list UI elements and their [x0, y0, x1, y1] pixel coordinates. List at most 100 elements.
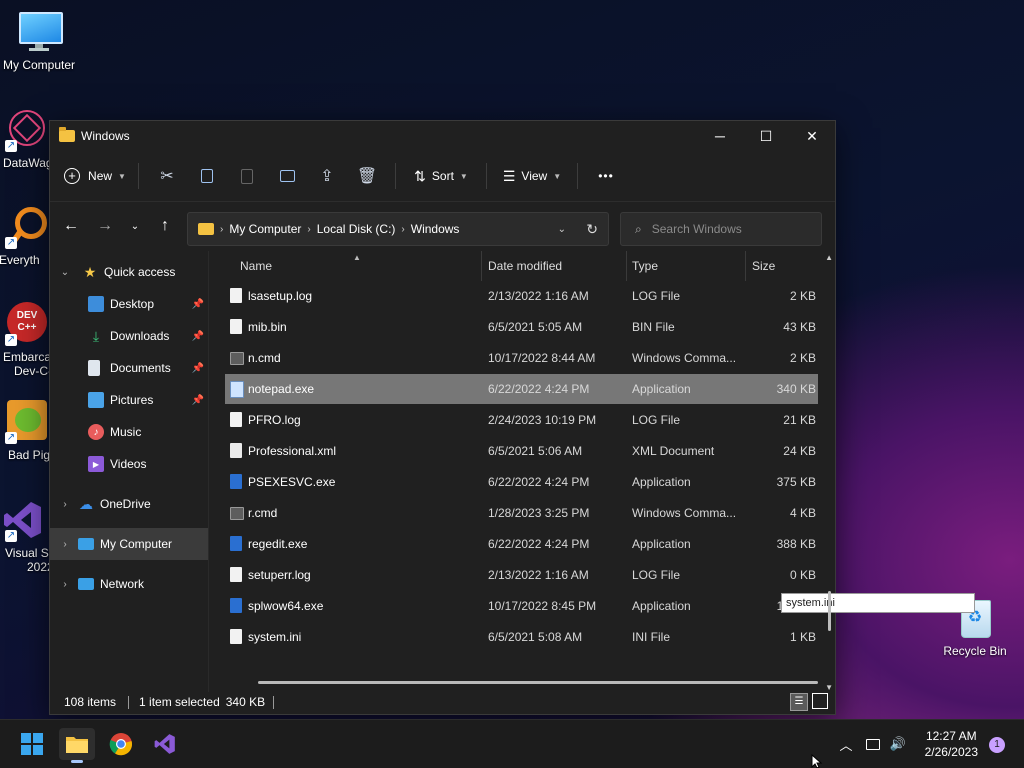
file-size: 21 KB	[783, 413, 816, 427]
nav-item-quick-access[interactable]: ⌄ ★ Quick access	[50, 256, 208, 288]
file-date: 6/5/2021 5:08 AM	[488, 630, 583, 644]
column-divider[interactable]	[745, 251, 746, 281]
share-button[interactable]: ⇪	[307, 159, 347, 193]
nav-item-my-computer[interactable]: › My Computer	[50, 528, 208, 560]
file-name: setuperr.log	[248, 568, 311, 582]
address-bar[interactable]: › My Computer › Local Disk (C:) › Window…	[187, 212, 609, 246]
search-box[interactable]: ⌕ Search Windows	[620, 212, 822, 246]
file-row[interactable]: lsasetup.log 2/13/2022 1:16 AM LOG File 2 K…	[225, 281, 818, 311]
nav-item-documents[interactable]: Documents 📌	[50, 352, 208, 384]
file-icon	[230, 381, 244, 398]
rename-button[interactable]	[267, 159, 307, 193]
file-row[interactable]: PFRO.log 2/24/2023 10:19 PM LOG File 21 KB	[225, 405, 818, 435]
expand-down-icon: ⌄	[60, 266, 70, 278]
taskbar-visual-studio[interactable]	[147, 728, 183, 760]
taskbar-file-explorer[interactable]	[59, 728, 95, 763]
file-row[interactable]: r.cmd 1/28/2023 3:25 PM Windows Comma... 4 …	[225, 498, 818, 528]
tiles-view-button[interactable]	[812, 693, 828, 709]
new-button[interactable]: + New ▼	[60, 159, 130, 193]
paste-button[interactable]	[227, 159, 267, 193]
file-type: LOG File	[632, 568, 681, 582]
file-icon	[230, 352, 244, 365]
taskbar: ︿ 🔊 12:27 AM 2/26/2023 1	[0, 719, 1024, 768]
selection-size: 340 KB	[225, 695, 266, 709]
sort-ascending-icon: ▲	[353, 253, 361, 262]
vertical-scrollbar[interactable]: ▲ ▼	[825, 253, 833, 692]
forward-button[interactable]: →	[90, 217, 120, 235]
volume-button[interactable]: 🔊	[886, 720, 910, 768]
file-date: 10/17/2022 8:44 AM	[488, 351, 596, 365]
breadcrumb-windows[interactable]: Windows	[411, 222, 460, 236]
nav-item-desktop[interactable]: Desktop 📌	[50, 288, 208, 320]
file-row[interactable]: splwow64.exe 10/17/2022 8:45 PM Applicatio…	[225, 591, 818, 621]
file-type: Windows Comma...	[632, 506, 737, 520]
speaker-icon: 🔊	[889, 736, 907, 751]
nav-item-network[interactable]: › Network	[50, 568, 208, 600]
back-button[interactable]: ←	[56, 217, 86, 235]
file-name: PFRO.log	[248, 413, 301, 427]
visual-studio-icon: ↗	[1, 498, 45, 542]
file-date: 6/22/2022 4:24 PM	[488, 382, 590, 396]
folder-icon	[66, 737, 88, 753]
nav-item-videos[interactable]: ▶ Videos	[50, 448, 208, 480]
file-row[interactable]: setuperr.log 2/13/2022 1:16 AM LOG File 0 K…	[225, 560, 818, 590]
column-divider[interactable]	[481, 251, 482, 281]
sort-button[interactable]: ⇅ Sort ▼	[404, 159, 478, 193]
breadcrumb-my-computer[interactable]: My Computer	[229, 222, 301, 236]
up-button[interactable]: ↑	[150, 217, 180, 235]
clock[interactable]: 12:27 AM 2/26/2023	[925, 728, 978, 760]
title-bar[interactable]: Windows ─ ☐ ✕	[50, 121, 835, 151]
details-view-button[interactable]: ☰	[790, 693, 808, 711]
column-divider[interactable]	[626, 251, 627, 281]
file-row[interactable]: system.ini 6/5/2021 5:08 AM INI File 1 KB	[225, 622, 818, 652]
nav-item-pictures[interactable]: Pictures 📌	[50, 384, 208, 416]
file-row[interactable]: mib.bin 6/5/2021 5:05 AM BIN File 43 KB	[225, 312, 818, 342]
scroll-up-icon[interactable]: ▲	[825, 253, 833, 262]
view-button[interactable]: ☰ View ▼	[495, 159, 569, 193]
view-label: View	[521, 169, 548, 183]
nav-item-label: Quick access	[104, 265, 176, 279]
network-status-button[interactable]	[862, 720, 884, 768]
horizontal-scrollbar[interactable]	[258, 681, 818, 684]
file-row[interactable]: PSEXESVC.exe 6/22/2022 4:24 PM Application…	[225, 467, 818, 497]
notification-badge[interactable]: 1	[989, 737, 1005, 753]
file-name: PSEXESVC.exe	[248, 475, 336, 489]
recent-locations-button[interactable]: ⌄	[120, 221, 150, 232]
toolbar-divider	[486, 163, 487, 189]
file-row[interactable]: Professional.xml 6/5/2021 5:06 AM XML Docu…	[225, 436, 818, 466]
computer-icon	[78, 538, 94, 550]
nav-item-music[interactable]: ♪ Music	[50, 416, 208, 448]
taskbar-chrome[interactable]	[103, 728, 139, 760]
delete-button[interactable]: 🗑	[347, 159, 387, 193]
file-row[interactable]: regedit.exe 6/22/2022 4:24 PM Application 3…	[225, 529, 818, 559]
file-row[interactable]: n.cmd 10/17/2022 8:44 AM Windows Comma... 2…	[225, 343, 818, 373]
see-more-button[interactable]: •••	[586, 159, 626, 193]
maximize-button[interactable]: ☐	[743, 121, 789, 151]
paste-icon	[241, 168, 253, 184]
toolbar-divider	[577, 163, 578, 189]
active-indicator	[71, 760, 83, 763]
nav-item-label: Videos	[110, 457, 147, 471]
start-button[interactable]	[14, 728, 50, 760]
file-type: LOG File	[632, 413, 681, 427]
scrollbar-thumb[interactable]	[828, 591, 831, 631]
minimize-button[interactable]: ─	[697, 121, 743, 151]
desktop-icon-my-computer[interactable]: My Computer	[0, 10, 79, 72]
address-dropdown-icon[interactable]: ⌄	[558, 224, 566, 235]
file-row[interactable]: notepad.exe 6/22/2022 4:24 PM Application 3…	[225, 374, 818, 404]
shortcut-arrow-icon: ↗	[5, 334, 17, 346]
column-header-size[interactable]: Size	[752, 259, 775, 273]
show-hidden-icons-button[interactable]: ︿	[836, 720, 856, 768]
network-icon	[78, 578, 94, 590]
copy-button[interactable]	[187, 159, 227, 193]
column-header-name[interactable]: Name	[240, 259, 272, 273]
column-header-date-modified[interactable]: Date modified	[488, 259, 562, 273]
cut-button[interactable]: ✂	[147, 159, 187, 193]
refresh-icon[interactable]: ↻	[586, 221, 598, 238]
close-button[interactable]: ✕	[789, 121, 835, 151]
nav-item-downloads[interactable]: ⤓ Downloads 📌	[50, 320, 208, 352]
share-icon: ⇪	[320, 168, 334, 185]
nav-item-onedrive[interactable]: › ☁ OneDrive	[50, 488, 208, 520]
column-header-type[interactable]: Type	[632, 259, 658, 273]
breadcrumb-local-disk[interactable]: Local Disk (C:)	[317, 222, 396, 236]
